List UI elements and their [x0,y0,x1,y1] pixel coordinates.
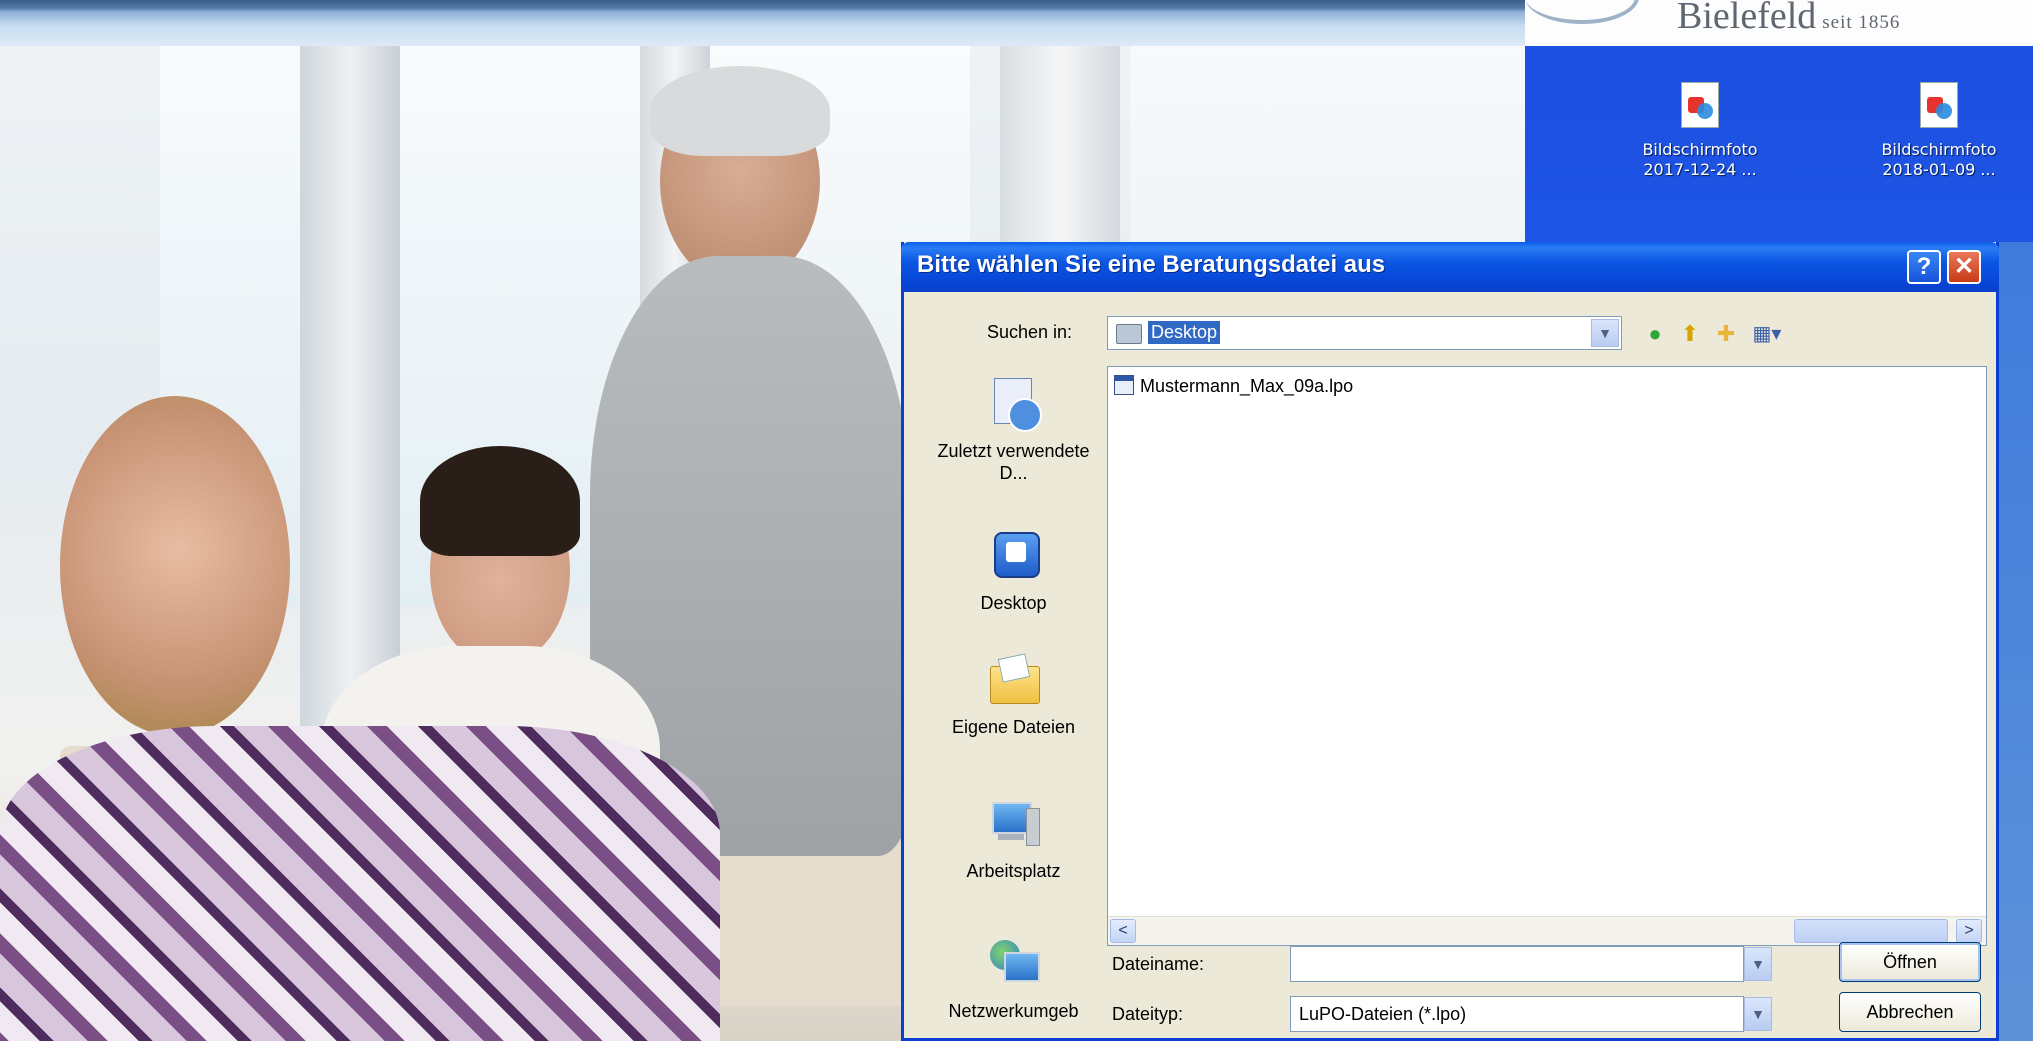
my-computer-icon [986,796,1042,852]
dialog-title: Bitte wählen Sie eine Beratungsdatei aus [917,251,1386,278]
look-in-dropdown[interactable]: Desktop ▼ [1107,316,1622,350]
new-folder-icon[interactable]: ✚ [1712,320,1740,348]
place-desktop[interactable]: Desktop [922,528,1105,614]
horizontal-scrollbar[interactable]: < > [1108,916,1986,945]
desktop-icon [986,528,1042,584]
dialog-titlebar[interactable]: Bitte wählen Sie eine Beratungsdatei aus… [901,242,1999,292]
filetype-label: Dateityp: [1112,1004,1184,1024]
open-button[interactable]: Öffnen [1839,942,1981,982]
brand-swoosh [1525,0,1639,24]
look-in-value: Desktop [1148,321,1221,344]
brand-wordmark: Bielefeld seit 1856 [1677,0,1901,37]
view-menu-icon[interactable]: ▦▾ [1747,320,1787,348]
close-button[interactable]: ✕ [1947,250,1981,284]
chevron-down-icon[interactable]: ▼ [1744,947,1772,981]
scroll-left-button[interactable]: < [1110,919,1136,943]
image-file-icon [1681,82,1719,128]
desktop-edge [1999,242,2033,1041]
scroll-thumb[interactable] [1794,919,1948,943]
filename-label: Dateiname: [1112,954,1205,974]
place-network[interactable]: Netzwerkumgeb [922,936,1105,1022]
up-folder-icon[interactable]: ⬆ [1676,320,1704,348]
recent-documents-icon [986,376,1042,432]
network-places-icon [986,936,1042,992]
filetype-dropdown[interactable]: LuPO-Dateien (*.lpo) [1290,996,1744,1032]
cancel-button[interactable]: Abbrechen [1839,992,1981,1032]
image-file-icon [1920,82,1958,128]
place-recent[interactable]: Zuletzt verwendete D... [922,376,1105,484]
open-file-dialog: Bitte wählen Sie eine Beratungsdatei aus… [901,242,1999,1041]
file-list[interactable]: Mustermann_Max_09a.lpo < > [1107,366,1987,946]
place-my-documents[interactable]: Eigene Dateien [922,652,1105,738]
desktop-file-icon[interactable]: Bildschirmfoto 2018-01-09 ... [1864,82,2014,180]
place-my-computer[interactable]: Arbeitsplatz [922,796,1105,882]
brand-logo: Bielefeld seit 1856 [1525,0,2033,46]
file-item[interactable]: Mustermann_Max_09a.lpo [1114,375,1353,397]
folder-icon [1116,324,1142,344]
chevron-down-icon[interactable]: ▼ [1744,997,1772,1031]
look-in-label: Suchen in: [987,322,1073,342]
filename-input[interactable] [1290,946,1744,982]
back-icon[interactable]: ● [1641,320,1669,348]
help-button[interactable]: ? [1907,250,1941,284]
chevron-down-icon[interactable]: ▼ [1591,319,1619,347]
my-documents-icon [986,652,1042,708]
banner-strip [0,0,1525,46]
places-bar: Zuletzt verwendete D... Desktop Eigene D… [922,366,1105,1026]
lpo-file-icon [1114,375,1134,395]
desktop-file-icon[interactable]: Bildschirmfoto 2017-12-24 ... [1625,82,1775,180]
scroll-right-button[interactable]: > [1956,919,1982,943]
